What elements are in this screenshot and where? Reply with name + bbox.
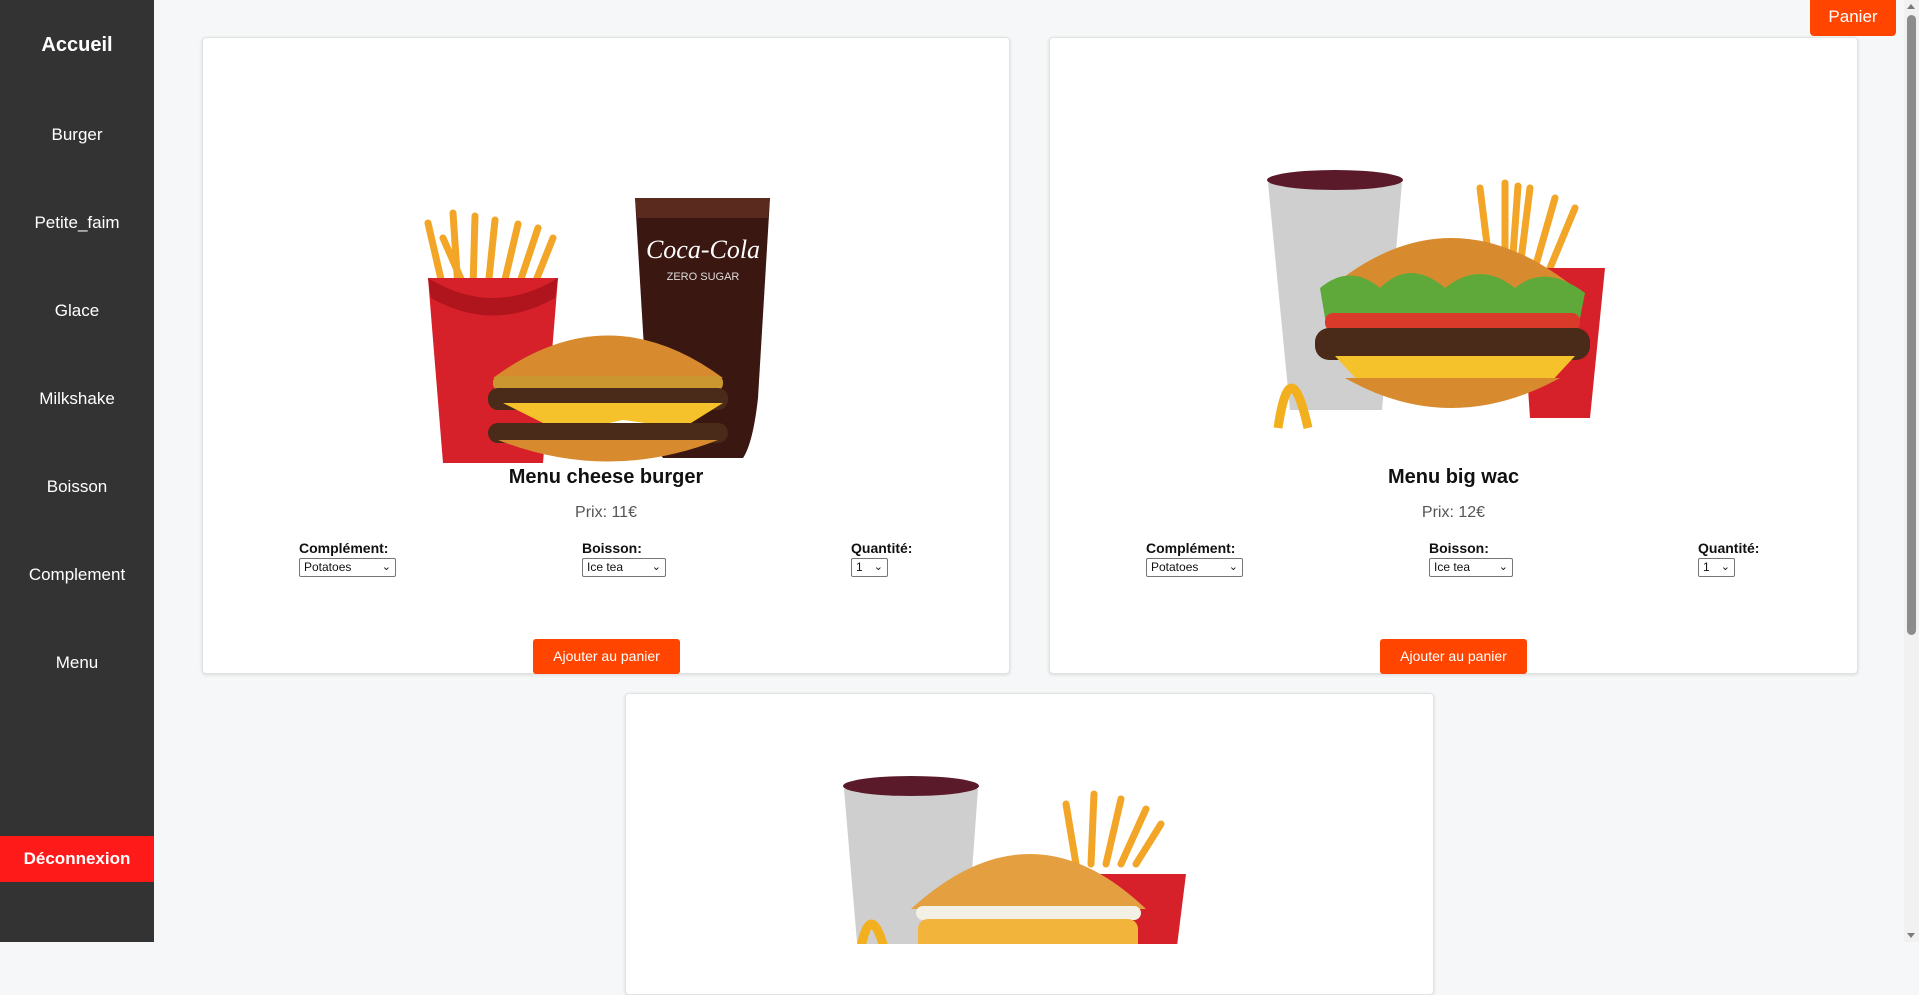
cola-sub-text: ZERO SUGAR (667, 271, 740, 283)
add-to-cart-button[interactable]: Ajouter au panier (1380, 639, 1527, 674)
complement-option: Complément: Potatoes ⌄ (299, 540, 396, 577)
sidebar-item-milkshake[interactable]: Milkshake (0, 387, 154, 411)
chevron-down-icon: ⌄ (873, 561, 883, 573)
chevron-down-icon: ⌄ (381, 561, 391, 573)
product-name: Menu big wac (1387, 466, 1520, 488)
drink-value: Ice tea (1434, 560, 1471, 574)
sidebar-item-glace[interactable]: Glace (0, 299, 154, 323)
chevron-down-icon: ⌄ (1228, 561, 1238, 573)
quantity-select[interactable]: 1 ⌄ (1698, 558, 1735, 577)
add-to-cart-button[interactable]: Ajouter au panier (533, 639, 680, 674)
sidebar-item-complement[interactable]: Complement (0, 563, 154, 587)
product-card: Menu big wac Prix: 12€ Complément: Potat… (1049, 37, 1858, 674)
chevron-down-icon: ⌄ (1720, 561, 1730, 573)
sidebar-item-burger[interactable]: Burger (0, 123, 154, 147)
cart-button[interactable]: Panier (1810, 0, 1896, 36)
chevron-down-icon: ⌄ (651, 561, 661, 573)
quantity-option: Quantité: 1 ⌄ (1698, 540, 1759, 577)
product-image: Coca-Cola ZERO SUGAR (424, 198, 770, 463)
chevron-down-icon: ⌄ (1498, 561, 1508, 573)
sidebar: Accueil Burger Petite_faim Glace Milksha… (0, 0, 154, 942)
cola-logo-text: Coca-Cola (646, 235, 760, 264)
complement-option: Complément: Potatoes ⌄ (1146, 540, 1243, 577)
product-price: Prix: 11€ (575, 504, 637, 521)
complement-select[interactable]: Potatoes ⌄ (1146, 558, 1243, 577)
drink-select[interactable]: Ice tea ⌄ (582, 558, 666, 577)
drink-label: Boisson: (1429, 540, 1489, 556)
drink-value: Ice tea (587, 560, 624, 574)
sidebar-item-menu[interactable]: Menu (0, 651, 154, 675)
sidebar-home-link[interactable]: Accueil (0, 30, 154, 60)
scroll-up-icon[interactable] (1907, 4, 1915, 9)
scroll-down-icon[interactable] (1907, 933, 1915, 938)
vertical-scrollbar[interactable] (1904, 0, 1919, 942)
quantity-value: 1 (856, 560, 863, 574)
product-card (625, 693, 1434, 995)
product-image (1267, 170, 1605, 429)
sidebar-item-petite-faim[interactable]: Petite_faim (0, 211, 154, 235)
quantity-label: Quantité: (851, 540, 913, 556)
product-name: Menu cheese burger (508, 466, 704, 488)
sidebar-item-boisson[interactable]: Boisson (0, 475, 154, 499)
logout-button[interactable]: Déconnexion (0, 836, 154, 882)
drink-select[interactable]: Ice tea ⌄ (1429, 558, 1513, 577)
complement-value: Potatoes (304, 560, 352, 574)
complement-value: Potatoes (1151, 560, 1199, 574)
complement-label: Complément: (299, 540, 389, 556)
drink-label: Boisson: (582, 540, 642, 556)
quantity-select[interactable]: 1 ⌄ (851, 558, 888, 577)
complement-label: Complément: (1146, 540, 1236, 556)
quantity-option: Quantité: 1 ⌄ (851, 540, 912, 577)
drink-option: Boisson: Ice tea ⌄ (1429, 540, 1513, 577)
quantity-value: 1 (1703, 560, 1710, 574)
drink-option: Boisson: Ice tea ⌄ (582, 540, 666, 577)
product-image (843, 776, 1186, 944)
product-price: Prix: 12€ (1421, 504, 1486, 521)
complement-select[interactable]: Potatoes ⌄ (299, 558, 396, 577)
quantity-label: Quantité: (1698, 540, 1760, 556)
scrollbar-thumb[interactable] (1907, 15, 1916, 635)
product-card: Coca-Cola ZERO SUGAR Menu cheese burger … (202, 37, 1010, 674)
